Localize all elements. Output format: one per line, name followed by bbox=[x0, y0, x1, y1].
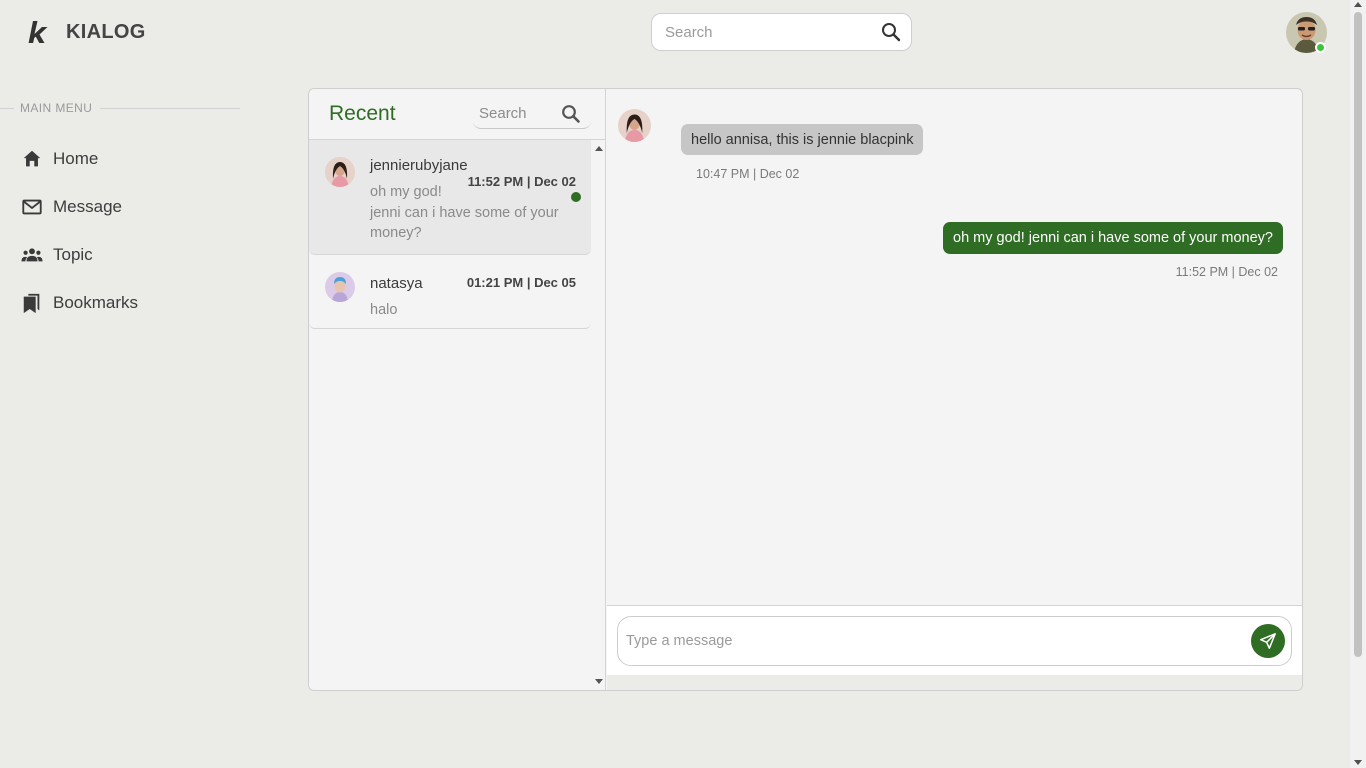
conversation-time: 01:21 PM | Dec 05 bbox=[466, 275, 576, 290]
message-time: 11:52 PM | Dec 02 bbox=[1175, 265, 1278, 279]
divider bbox=[100, 107, 240, 109]
conversation-list-scrollbar[interactable] bbox=[593, 140, 605, 690]
compose-footer bbox=[607, 675, 1302, 690]
page-scrollbar[interactable] bbox=[1350, 0, 1366, 768]
message-input[interactable] bbox=[626, 633, 1251, 649]
send-icon bbox=[1260, 633, 1276, 649]
preview-line: oh my god! bbox=[370, 184, 442, 200]
recent-title: Recent bbox=[329, 102, 396, 125]
sidebar-item-label: Message bbox=[53, 197, 122, 216]
send-button[interactable] bbox=[1251, 624, 1285, 658]
sidebar-item-message[interactable]: Message bbox=[20, 183, 138, 231]
global-search-input[interactable] bbox=[665, 23, 881, 41]
conversation-item[interactable]: natasya 01:21 PM | Dec 05 halo bbox=[309, 255, 591, 329]
sidebar-item-topic[interactable]: Topic bbox=[20, 231, 138, 279]
bookmark-icon bbox=[20, 291, 44, 315]
kialog-logo-icon bbox=[28, 21, 48, 43]
sidebar-item-label: Topic bbox=[53, 245, 93, 264]
home-icon bbox=[20, 147, 44, 171]
scrollbar-thumb[interactable] bbox=[1354, 12, 1362, 657]
divider bbox=[0, 107, 14, 109]
conversation-list: jennierubyjane 11:52 PM | Dec 02 oh my g… bbox=[309, 140, 592, 329]
app-name: KIALOG bbox=[66, 20, 146, 43]
main-menu: Home Message Topic Bookmarks bbox=[20, 135, 138, 327]
people-icon bbox=[20, 243, 44, 267]
recent-panel: Recent jennierubyja bbox=[309, 89, 606, 690]
user-avatar[interactable] bbox=[1286, 12, 1327, 53]
search-icon[interactable] bbox=[881, 22, 901, 42]
message-panel: hello annisa, this is jennie blacpink 10… bbox=[607, 89, 1302, 690]
scroll-up-arrow-icon[interactable] bbox=[595, 146, 603, 151]
incoming-message-bubble: hello annisa, this is jennie blacpink bbox=[681, 124, 924, 155]
chat-card: Recent jennierubyja bbox=[308, 88, 1303, 691]
outgoing-message-bubble: oh my god! jenni can i have some of your… bbox=[943, 222, 1283, 254]
contact-avatar bbox=[325, 272, 355, 302]
recent-search-input[interactable] bbox=[479, 105, 561, 122]
contact-avatar bbox=[325, 157, 355, 187]
sender-avatar bbox=[618, 109, 651, 142]
main-menu-heading: MAIN MENU bbox=[0, 100, 240, 116]
sidebar-item-bookmarks[interactable]: Bookmarks bbox=[20, 279, 138, 327]
compose-bar bbox=[607, 605, 1302, 675]
message-preview: oh my god! jenni can i have some of your… bbox=[370, 182, 576, 244]
envelope-icon bbox=[20, 195, 44, 219]
message-time: 10:47 PM | Dec 02 bbox=[696, 167, 800, 181]
online-status-dot bbox=[1315, 42, 1326, 53]
app-logo[interactable]: KIALOG bbox=[26, 17, 146, 47]
sidebar-item-label: Bookmarks bbox=[53, 293, 139, 312]
contact-name: natasya bbox=[370, 275, 423, 292]
sidebar-item-label: Home bbox=[53, 149, 99, 168]
recent-header: Recent bbox=[309, 89, 605, 140]
preview-line: jenni can i have some of your money? bbox=[370, 204, 559, 242]
scroll-up-arrow-icon[interactable] bbox=[1354, 2, 1362, 7]
preview-line: halo bbox=[370, 302, 398, 318]
scroll-down-arrow-icon[interactable] bbox=[1354, 760, 1362, 765]
main-menu-label: MAIN MENU bbox=[20, 101, 93, 115]
message-preview: halo bbox=[370, 300, 576, 321]
scroll-down-arrow-icon[interactable] bbox=[595, 679, 603, 684]
recent-search bbox=[473, 99, 591, 129]
unread-indicator bbox=[571, 192, 581, 202]
compose-box bbox=[617, 616, 1292, 666]
contact-name: jennierubyjane bbox=[370, 157, 468, 174]
sidebar-item-home[interactable]: Home bbox=[20, 135, 138, 183]
search-icon[interactable] bbox=[561, 104, 581, 124]
global-search bbox=[651, 13, 912, 51]
conversation-item[interactable]: jennierubyjane 11:52 PM | Dec 02 oh my g… bbox=[309, 140, 591, 255]
